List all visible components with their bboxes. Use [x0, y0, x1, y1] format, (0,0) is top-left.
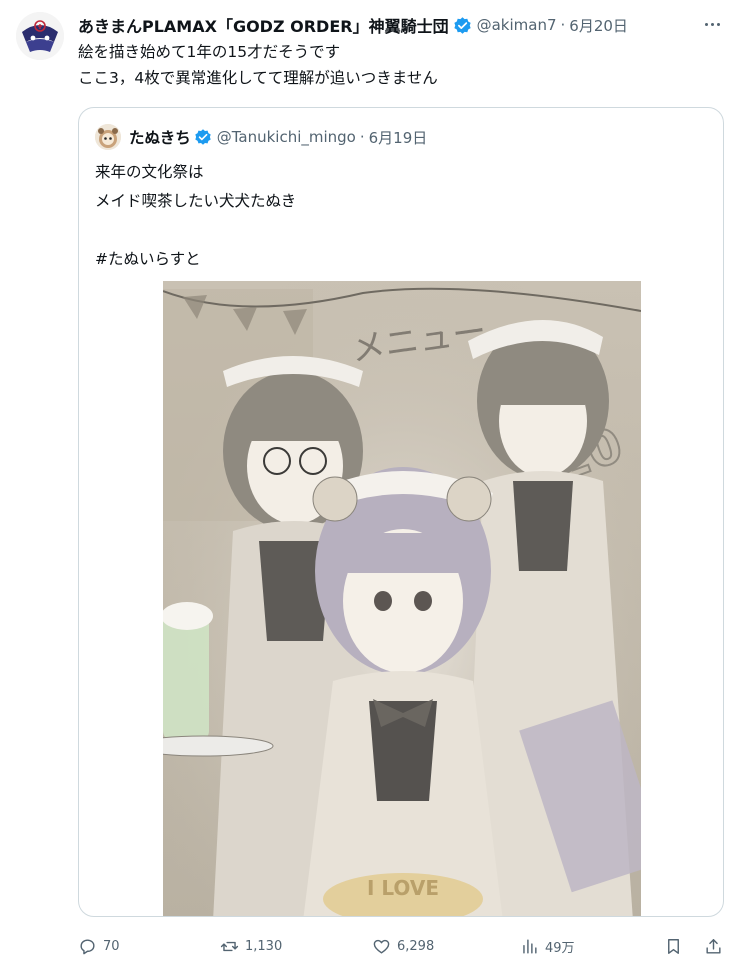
verified-icon — [195, 129, 211, 145]
quote-handle: @Tanukichi_mingo — [216, 128, 356, 146]
quote-avatar — [95, 124, 121, 150]
repost-button[interactable]: 1,130 — [220, 931, 282, 961]
plate-lettering: I LOVE — [367, 876, 439, 900]
views-button[interactable]: 49万 — [520, 931, 575, 961]
reply-button[interactable]: 70 — [78, 931, 120, 961]
views-icon — [523, 938, 537, 954]
post-header: あきまんPLAMAX「GODZ ORDER」神翼騎士団 @akiman7 · 6… — [78, 13, 728, 37]
quote-text: 来年の文化祭は メイド喫茶したい犬犬たぬき #たぬいらすと — [95, 158, 695, 274]
views-count: 49万 — [545, 940, 575, 956]
quote-display-name: たぬきち — [129, 129, 191, 147]
hashtag[interactable]: #たぬいらすと — [95, 245, 695, 274]
reply-count: 70 — [103, 938, 120, 954]
reply-icon — [80, 938, 95, 954]
like-count: 6,298 — [397, 938, 435, 954]
maid-cafe-illustration: メニュー 20 — [163, 281, 641, 916]
quote-text-line: メイド喫茶したい犬犬たぬき — [95, 192, 297, 210]
more-icon — [703, 22, 721, 26]
handle[interactable]: @akiman7 — [477, 16, 557, 34]
post-text-line: ここ3，4枚で異常進化してて理解が追いつきません — [78, 69, 438, 87]
more-button[interactable] — [698, 10, 726, 38]
tweet[interactable]: あきまんPLAMAX「GODZ ORDER」神翼騎士団 @akiman7 · 6… — [0, 0, 736, 970]
share-button[interactable] — [704, 931, 723, 961]
bookmark-button[interactable] — [664, 931, 683, 961]
quote-header: たぬきち @Tanukichi_mingo · 6月19日 — [129, 124, 427, 150]
post-text: 絵を描き始めて1年の15才だそうです ここ3，4枚で異常進化してて理解が追いつき… — [78, 39, 718, 91]
action-bar: 70 1,130 6,298 49万 — [78, 931, 728, 961]
post-text-line: 絵を描き始めて1年の15才だそうです — [78, 43, 341, 61]
illustration-image[interactable]: メニュー 20 — [163, 281, 641, 916]
quote-text-line: 来年の文化祭は — [95, 163, 204, 181]
verified-icon — [453, 16, 471, 34]
repost-count: 1,130 — [245, 938, 283, 954]
separator: · — [359, 128, 365, 146]
share-icon — [706, 938, 721, 954]
post-date[interactable]: 6月20日 — [569, 15, 628, 36]
repost-icon — [220, 941, 239, 951]
display-name[interactable]: あきまんPLAMAX「GODZ ORDER」神翼騎士団 — [78, 13, 449, 37]
quote-date: 6月19日 — [368, 128, 428, 147]
like-button[interactable]: 6,298 — [372, 931, 434, 961]
avatar[interactable] — [16, 12, 64, 60]
quote-text-line — [95, 216, 695, 245]
quoted-post[interactable]: たぬきち @Tanukichi_mingo · 6月19日 来年の文化祭は メイ… — [78, 107, 724, 917]
like-icon — [373, 939, 390, 954]
bookmark-icon — [668, 938, 679, 954]
separator: · — [560, 16, 566, 34]
